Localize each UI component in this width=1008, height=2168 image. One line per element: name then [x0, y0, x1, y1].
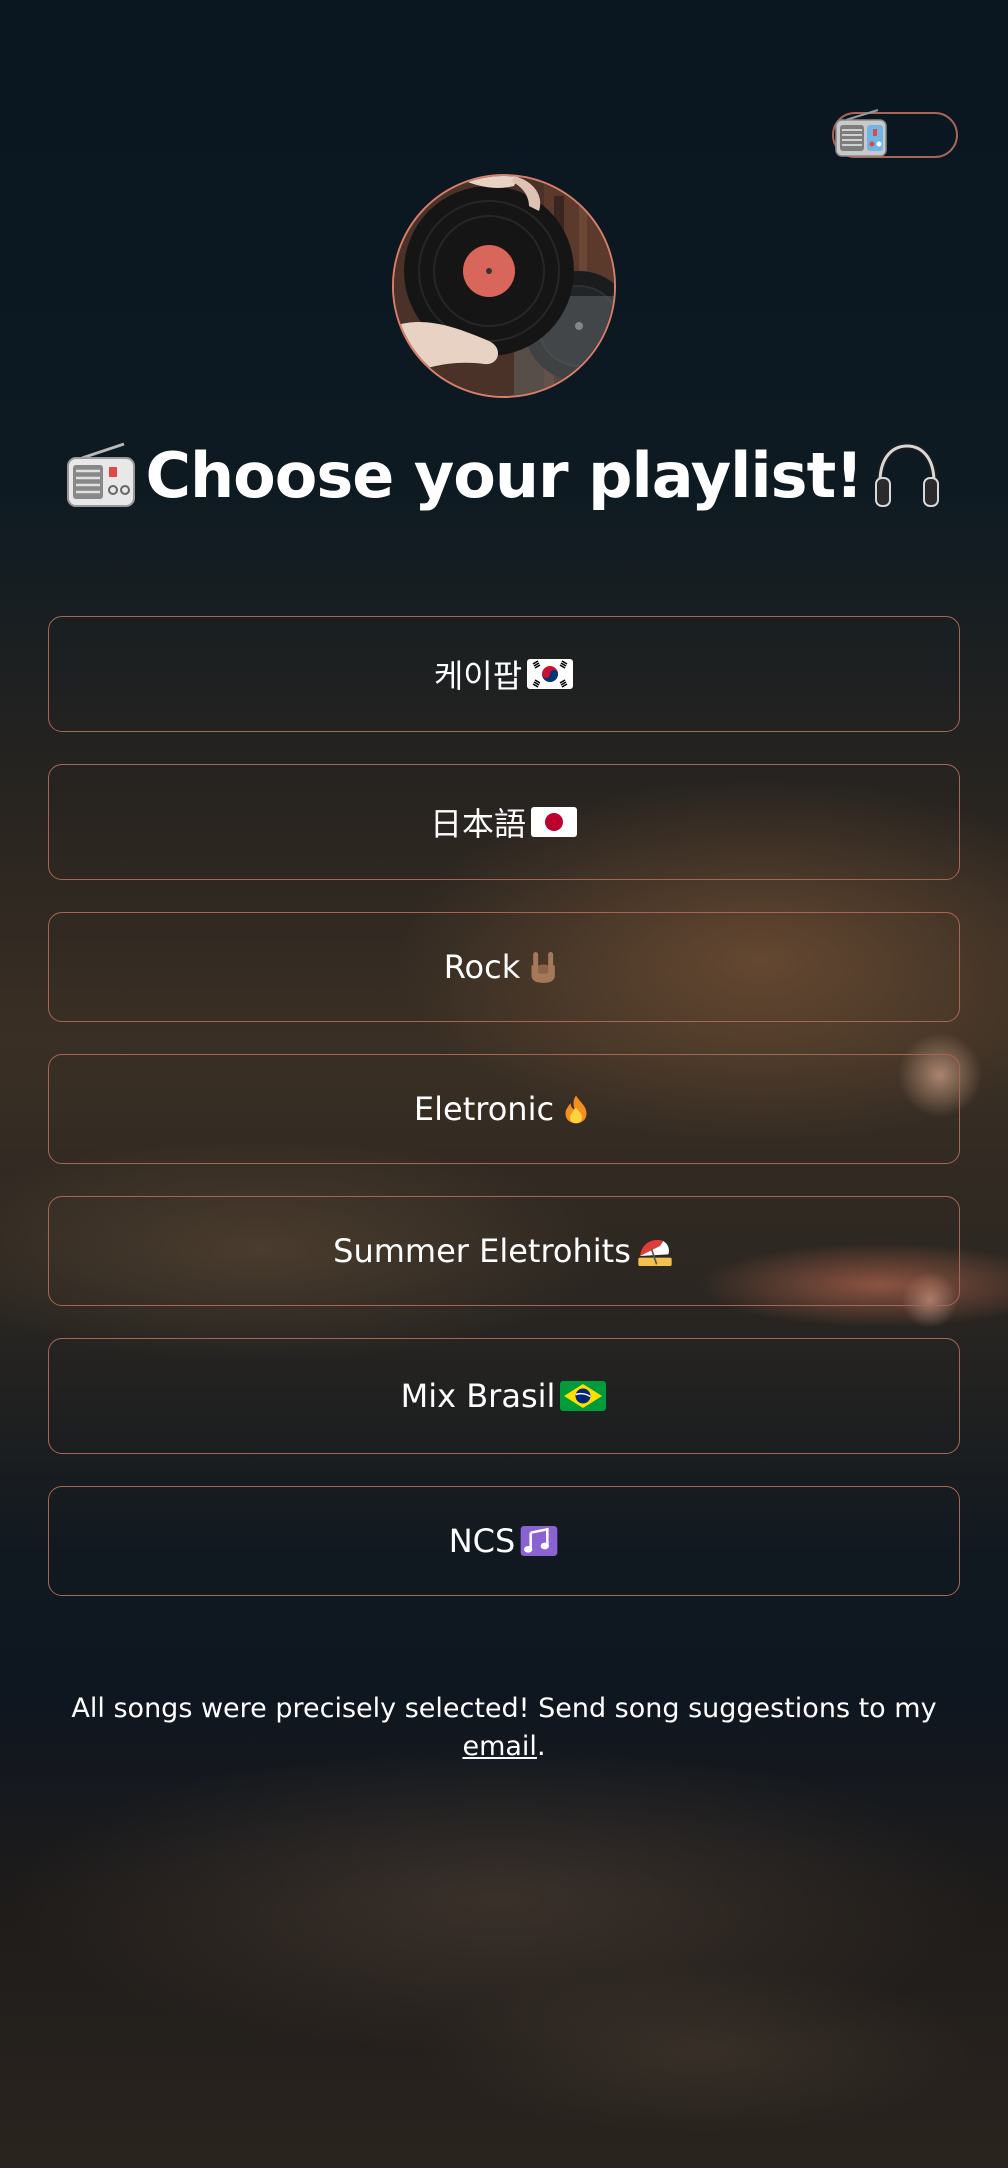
playlist-label: Rock [443, 948, 521, 986]
email-link[interactable]: email [462, 1731, 536, 1762]
playlist-label: Eletronic [413, 1090, 555, 1128]
vinyl-record-image [394, 176, 614, 396]
rock-hand-icon [531, 952, 556, 983]
south-korea-flag-icon [527, 659, 574, 689]
playlist-button-rock[interactable]: Rock [48, 912, 960, 1022]
japan-flag-icon [531, 807, 577, 837]
beach-umbrella-icon [638, 1240, 672, 1266]
playlist-label: 日本語 [429, 805, 526, 843]
page-title: Choose your playlist! [145, 438, 864, 512]
music-notes-icon [520, 1526, 558, 1556]
footer-period: . [536, 1731, 546, 1762]
playlist-label: 케이팝 [433, 657, 523, 695]
playlist-button-eletronic[interactable]: Eletronic [48, 1054, 960, 1164]
brazil-flag-icon [560, 1381, 607, 1411]
playlist-label: Summer Eletrohits [333, 1232, 631, 1270]
playlist-label: Mix Brasil [400, 1377, 556, 1415]
radio-icon [66, 442, 135, 507]
footer-text: All songs were precisely selected! Send … [71, 1693, 937, 1724]
playlist-button-mix-brasil[interactable]: Mix Brasil [48, 1338, 960, 1454]
footer-note: All songs were precisely selected! Send … [0, 1690, 1008, 1766]
playlist-label: NCS [448, 1522, 516, 1560]
playlist-button-summer-eletrohits[interactable]: Summer Eletrohits [48, 1196, 960, 1306]
profile-avatar [392, 174, 616, 398]
page-header: Choose your playlist! [0, 430, 1008, 520]
radio-icon [832, 108, 890, 160]
playlist-button-kpop[interactable]: 케이팝 [48, 616, 960, 732]
playlist-button-japanese[interactable]: 日本語 [48, 764, 960, 880]
headphones-icon [875, 442, 940, 507]
playlist-button-ncs[interactable]: NCS [48, 1486, 960, 1596]
fire-icon [565, 1095, 587, 1124]
theme-toggle[interactable] [832, 109, 958, 158]
